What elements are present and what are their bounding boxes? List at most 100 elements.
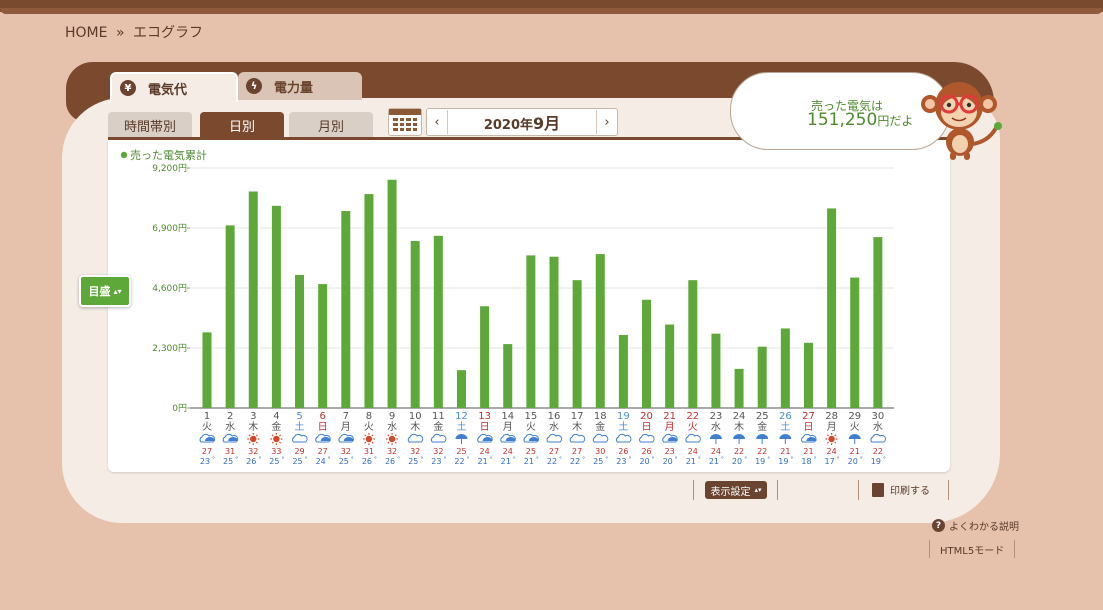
chart-bar <box>549 256 559 408</box>
x-tick-day: 7 <box>343 411 349 422</box>
degree-mark: ° <box>582 456 585 463</box>
umbrella-icon <box>709 434 722 439</box>
scale-button[interactable]: 目盛 ▴▾ <box>79 275 131 307</box>
x-tick-weekday: 土 <box>456 420 466 433</box>
sun-ray <box>271 441 274 444</box>
chart-bar <box>410 241 420 408</box>
umbrella-icon <box>455 434 468 439</box>
sun-icon <box>250 435 257 443</box>
x-tick-day: 21 <box>663 411 676 422</box>
high-temp-label: 29 <box>294 447 304 456</box>
summary-bubble: 売った電気は 151,250円だよ <box>730 72 950 150</box>
x-tick-weekday: 水 <box>549 421 559 433</box>
sun-ray <box>364 441 367 444</box>
degree-mark: ° <box>513 456 516 463</box>
subtab-daily[interactable]: 日別 <box>200 112 284 138</box>
chart-bar <box>318 284 328 408</box>
degree-mark: ° <box>536 456 539 463</box>
x-tick-weekday: 金 <box>595 420 605 433</box>
x-tick-day: 5 <box>296 411 302 422</box>
x-tick-day: 1 <box>204 411 210 422</box>
x-tick-weekday: 水 <box>711 421 721 433</box>
x-tick-weekday: 木 <box>572 421 582 433</box>
chart-bar <box>503 344 513 408</box>
low-temp-label: 21 <box>709 457 719 466</box>
divider <box>693 480 694 500</box>
sun-ray <box>279 434 282 437</box>
low-temp-label: 25 <box>292 457 302 466</box>
divider <box>858 480 859 500</box>
low-temp-label: 26 <box>362 457 372 466</box>
tab-electricity-amount[interactable]: ϟ 電力量 <box>238 72 362 100</box>
calendar-icon[interactable] <box>388 108 422 136</box>
degree-mark: ° <box>675 456 678 463</box>
chart-bar <box>595 254 605 408</box>
cloud-icon <box>870 433 886 443</box>
chart-bar <box>688 280 698 408</box>
degree-mark: ° <box>744 456 747 463</box>
x-tick-day: 22 <box>686 411 699 422</box>
y-tick-label: 4,600円 <box>152 283 187 294</box>
degree-mark: ° <box>328 456 331 463</box>
high-temp-label: 32 <box>433 447 443 456</box>
prev-month-button[interactable]: ‹ <box>427 110 448 134</box>
help-link[interactable]: ? よくわかる説明 <box>932 518 1019 533</box>
high-temp-label: 24 <box>711 447 721 456</box>
x-tick-day: 16 <box>548 411 561 422</box>
sort-arrows-icon: ▴▾ <box>113 286 122 296</box>
x-tick-weekday: 土 <box>295 420 305 433</box>
cloud-icon <box>430 433 447 443</box>
subtab-monthly[interactable]: 月別 <box>289 112 373 138</box>
low-temp-label: 22 <box>570 457 580 466</box>
next-month-button[interactable]: › <box>596 110 617 134</box>
breadcrumb-home[interactable]: HOME <box>65 25 107 41</box>
chart-bar <box>873 237 883 408</box>
sun-ray <box>279 441 282 444</box>
low-temp-label: 26 <box>385 457 395 466</box>
display-settings-button[interactable]: 表示設定 ▴▾ <box>705 481 767 499</box>
header-strip-edge <box>0 8 1103 14</box>
sun-icon <box>388 435 396 443</box>
low-temp-label: 21 <box>524 457 534 466</box>
x-tick-day: 30 <box>871 411 884 422</box>
high-temp-label: 21 <box>850 447 860 456</box>
low-temp-label: 19 <box>778 457 788 466</box>
summary-suffix: 円だよ <box>877 114 914 128</box>
chart-bar <box>780 328 790 408</box>
low-temp-label: 20 <box>732 457 742 466</box>
x-tick-day: 14 <box>501 411 514 422</box>
high-temp-label: 31 <box>364 447 374 456</box>
low-temp-label: 25 <box>223 457 233 466</box>
chart-bar <box>480 306 490 408</box>
sun-ray <box>387 441 390 444</box>
tab-electricity-cost[interactable]: ¥ 電気代 <box>110 72 238 102</box>
html5-mode-link[interactable]: HTML5モード <box>940 542 1004 557</box>
degree-mark: ° <box>212 456 215 463</box>
chart-bar <box>271 205 281 408</box>
degree-mark: ° <box>628 456 631 463</box>
divider <box>948 480 949 500</box>
sun-ray <box>394 434 397 437</box>
sun-ray <box>387 434 390 437</box>
low-temp-label: 21 <box>686 457 696 466</box>
low-temp-label: 23 <box>616 457 626 466</box>
chart-bar <box>711 333 721 408</box>
chart-bar <box>618 334 628 408</box>
x-tick-day: 17 <box>571 411 584 422</box>
low-temp-label: 25 <box>269 457 279 466</box>
chart-bar <box>757 346 767 408</box>
y-tick-label: 6,900円 <box>152 223 187 234</box>
degree-mark: ° <box>466 456 469 463</box>
low-temp-label: 18 <box>801 457 811 466</box>
subtab-hourly[interactable]: 時間帯別 <box>108 112 192 138</box>
print-label: 印刷する <box>890 486 930 497</box>
print-button[interactable]: 印刷する <box>872 482 930 497</box>
low-temp-label: 21 <box>501 457 511 466</box>
x-tick-day: 4 <box>273 411 279 422</box>
degree-mark: ° <box>420 456 423 463</box>
current-year: 2020年 <box>483 118 534 133</box>
sun-ray <box>826 434 829 437</box>
cloud-icon <box>546 433 563 443</box>
sun-ray <box>394 441 397 444</box>
x-tick-weekday: 木 <box>410 421 420 433</box>
